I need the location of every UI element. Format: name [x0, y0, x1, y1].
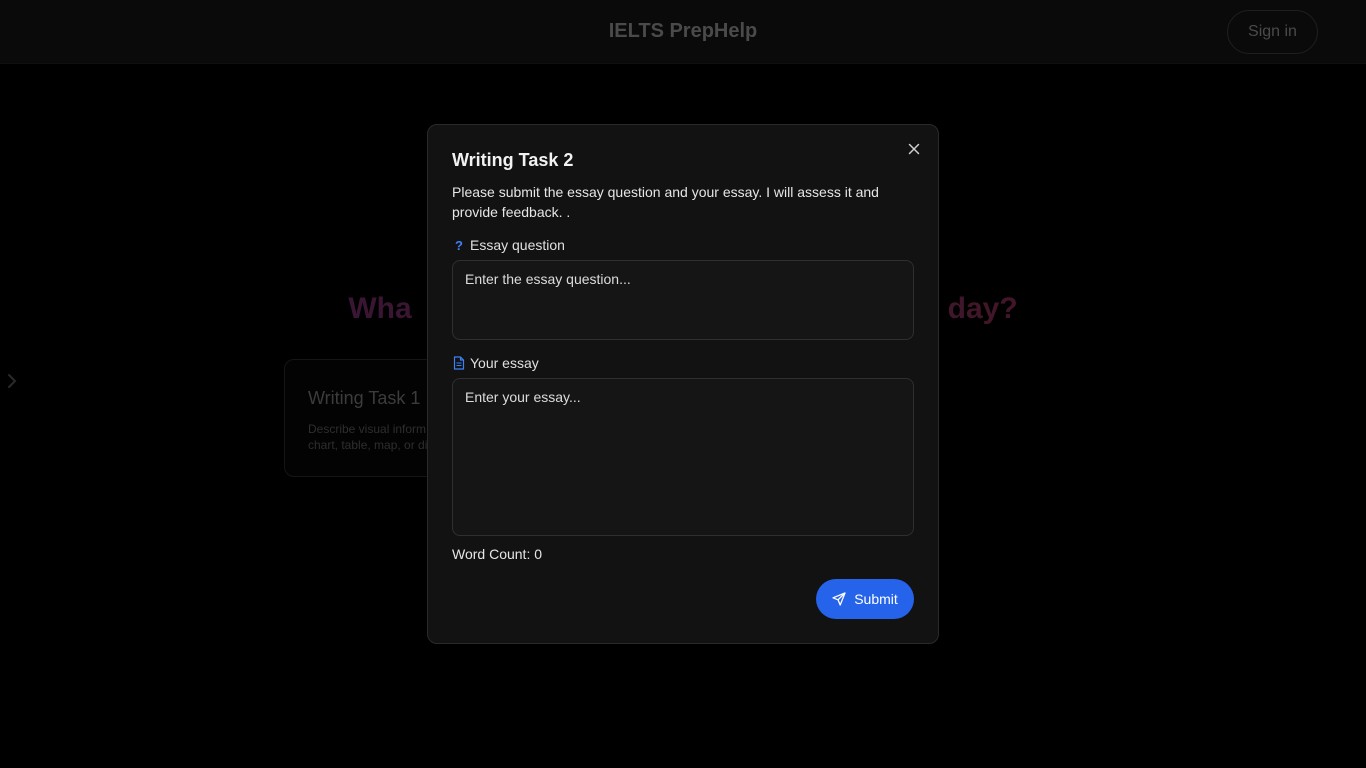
modal-overlay: Writing Task 2 Please submit the essay q… — [0, 0, 1366, 768]
essay-question-label-text: Essay question — [470, 237, 565, 253]
close-icon — [908, 143, 920, 155]
essay-question-input[interactable] — [452, 260, 914, 340]
question-mark-icon: ? — [455, 237, 463, 253]
writing-task-2-dialog: Writing Task 2 Please submit the essay q… — [427, 124, 939, 644]
send-icon — [832, 592, 846, 606]
dialog-description: Please submit the essay question and you… — [452, 184, 879, 220]
submit-button[interactable]: Submit — [816, 579, 914, 619]
essay-question-label: ? Essay question — [452, 237, 565, 253]
document-icon — [452, 356, 466, 370]
close-button[interactable] — [906, 141, 922, 157]
essay-input[interactable] — [452, 378, 914, 536]
dialog-title: Writing Task 2 — [452, 150, 574, 170]
your-essay-label-text: Your essay — [470, 355, 539, 371]
word-count: Word Count: 0 — [452, 546, 543, 562]
submit-button-label: Submit — [854, 591, 898, 607]
your-essay-label: Your essay — [452, 355, 539, 371]
